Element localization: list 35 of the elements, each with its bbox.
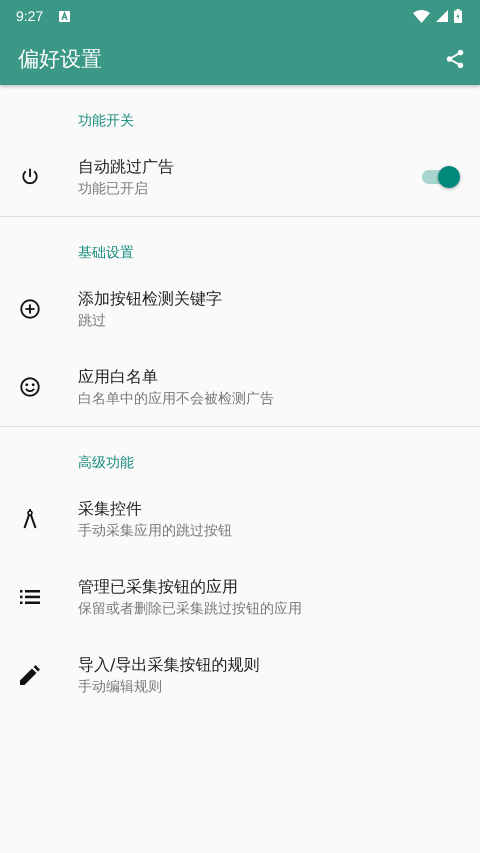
item-summary: 功能已开启 bbox=[78, 180, 148, 198]
item-summary: 白名单中的应用不会被检测广告 bbox=[78, 390, 274, 408]
toggle-switch[interactable] bbox=[420, 165, 460, 189]
share-icon[interactable] bbox=[444, 48, 466, 70]
compass-icon bbox=[23, 509, 37, 529]
page-title: 偏好设置 bbox=[18, 46, 102, 72]
settings-item[interactable]: 管理已采集按钮的应用 保留或者删除已采集跳过按钮的应用 bbox=[0, 558, 480, 636]
battery-icon bbox=[454, 9, 462, 23]
item-summary: 手动采集应用的跳过按钮 bbox=[78, 522, 232, 540]
pencil-icon bbox=[20, 665, 40, 685]
settings-item[interactable]: 应用白名单 白名单中的应用不会被检测广告 bbox=[0, 348, 480, 426]
section-header: 功能开关 bbox=[78, 112, 134, 130]
item-title: 采集控件 bbox=[78, 498, 142, 520]
item-title: 管理已采集按钮的应用 bbox=[78, 576, 238, 598]
item-title: 导入/导出采集按钮的规则 bbox=[78, 654, 260, 676]
item-title: 自动跳过广告 bbox=[78, 156, 174, 178]
power-icon bbox=[20, 167, 40, 187]
settings-item[interactable]: 自动跳过广告 功能已开启 bbox=[0, 138, 480, 216]
wifi-icon bbox=[413, 10, 430, 22]
signal-icon bbox=[436, 10, 448, 22]
item-summary: 保留或者删除已采集跳过按钮的应用 bbox=[78, 600, 302, 618]
item-title: 添加按钮检测关键字 bbox=[78, 288, 222, 310]
section-header: 高级功能 bbox=[78, 454, 134, 472]
settings-item[interactable]: 导入/导出采集按钮的规则 手动编辑规则 bbox=[0, 636, 480, 714]
list-icon bbox=[20, 589, 40, 605]
status-time: 9:27 bbox=[16, 8, 44, 24]
keyboard-notification-icon bbox=[59, 10, 70, 22]
settings-item[interactable]: 添加按钮检测关键字 跳过 bbox=[0, 270, 480, 348]
smiley-icon bbox=[19, 376, 41, 398]
section-header: 基础设置 bbox=[78, 244, 134, 262]
item-summary: 跳过 bbox=[78, 312, 106, 330]
item-summary: 手动编辑规则 bbox=[78, 678, 162, 696]
item-title: 应用白名单 bbox=[78, 366, 158, 388]
add-circle-icon bbox=[19, 298, 41, 320]
settings-item[interactable]: 采集控件 手动采集应用的跳过按钮 bbox=[0, 480, 480, 558]
